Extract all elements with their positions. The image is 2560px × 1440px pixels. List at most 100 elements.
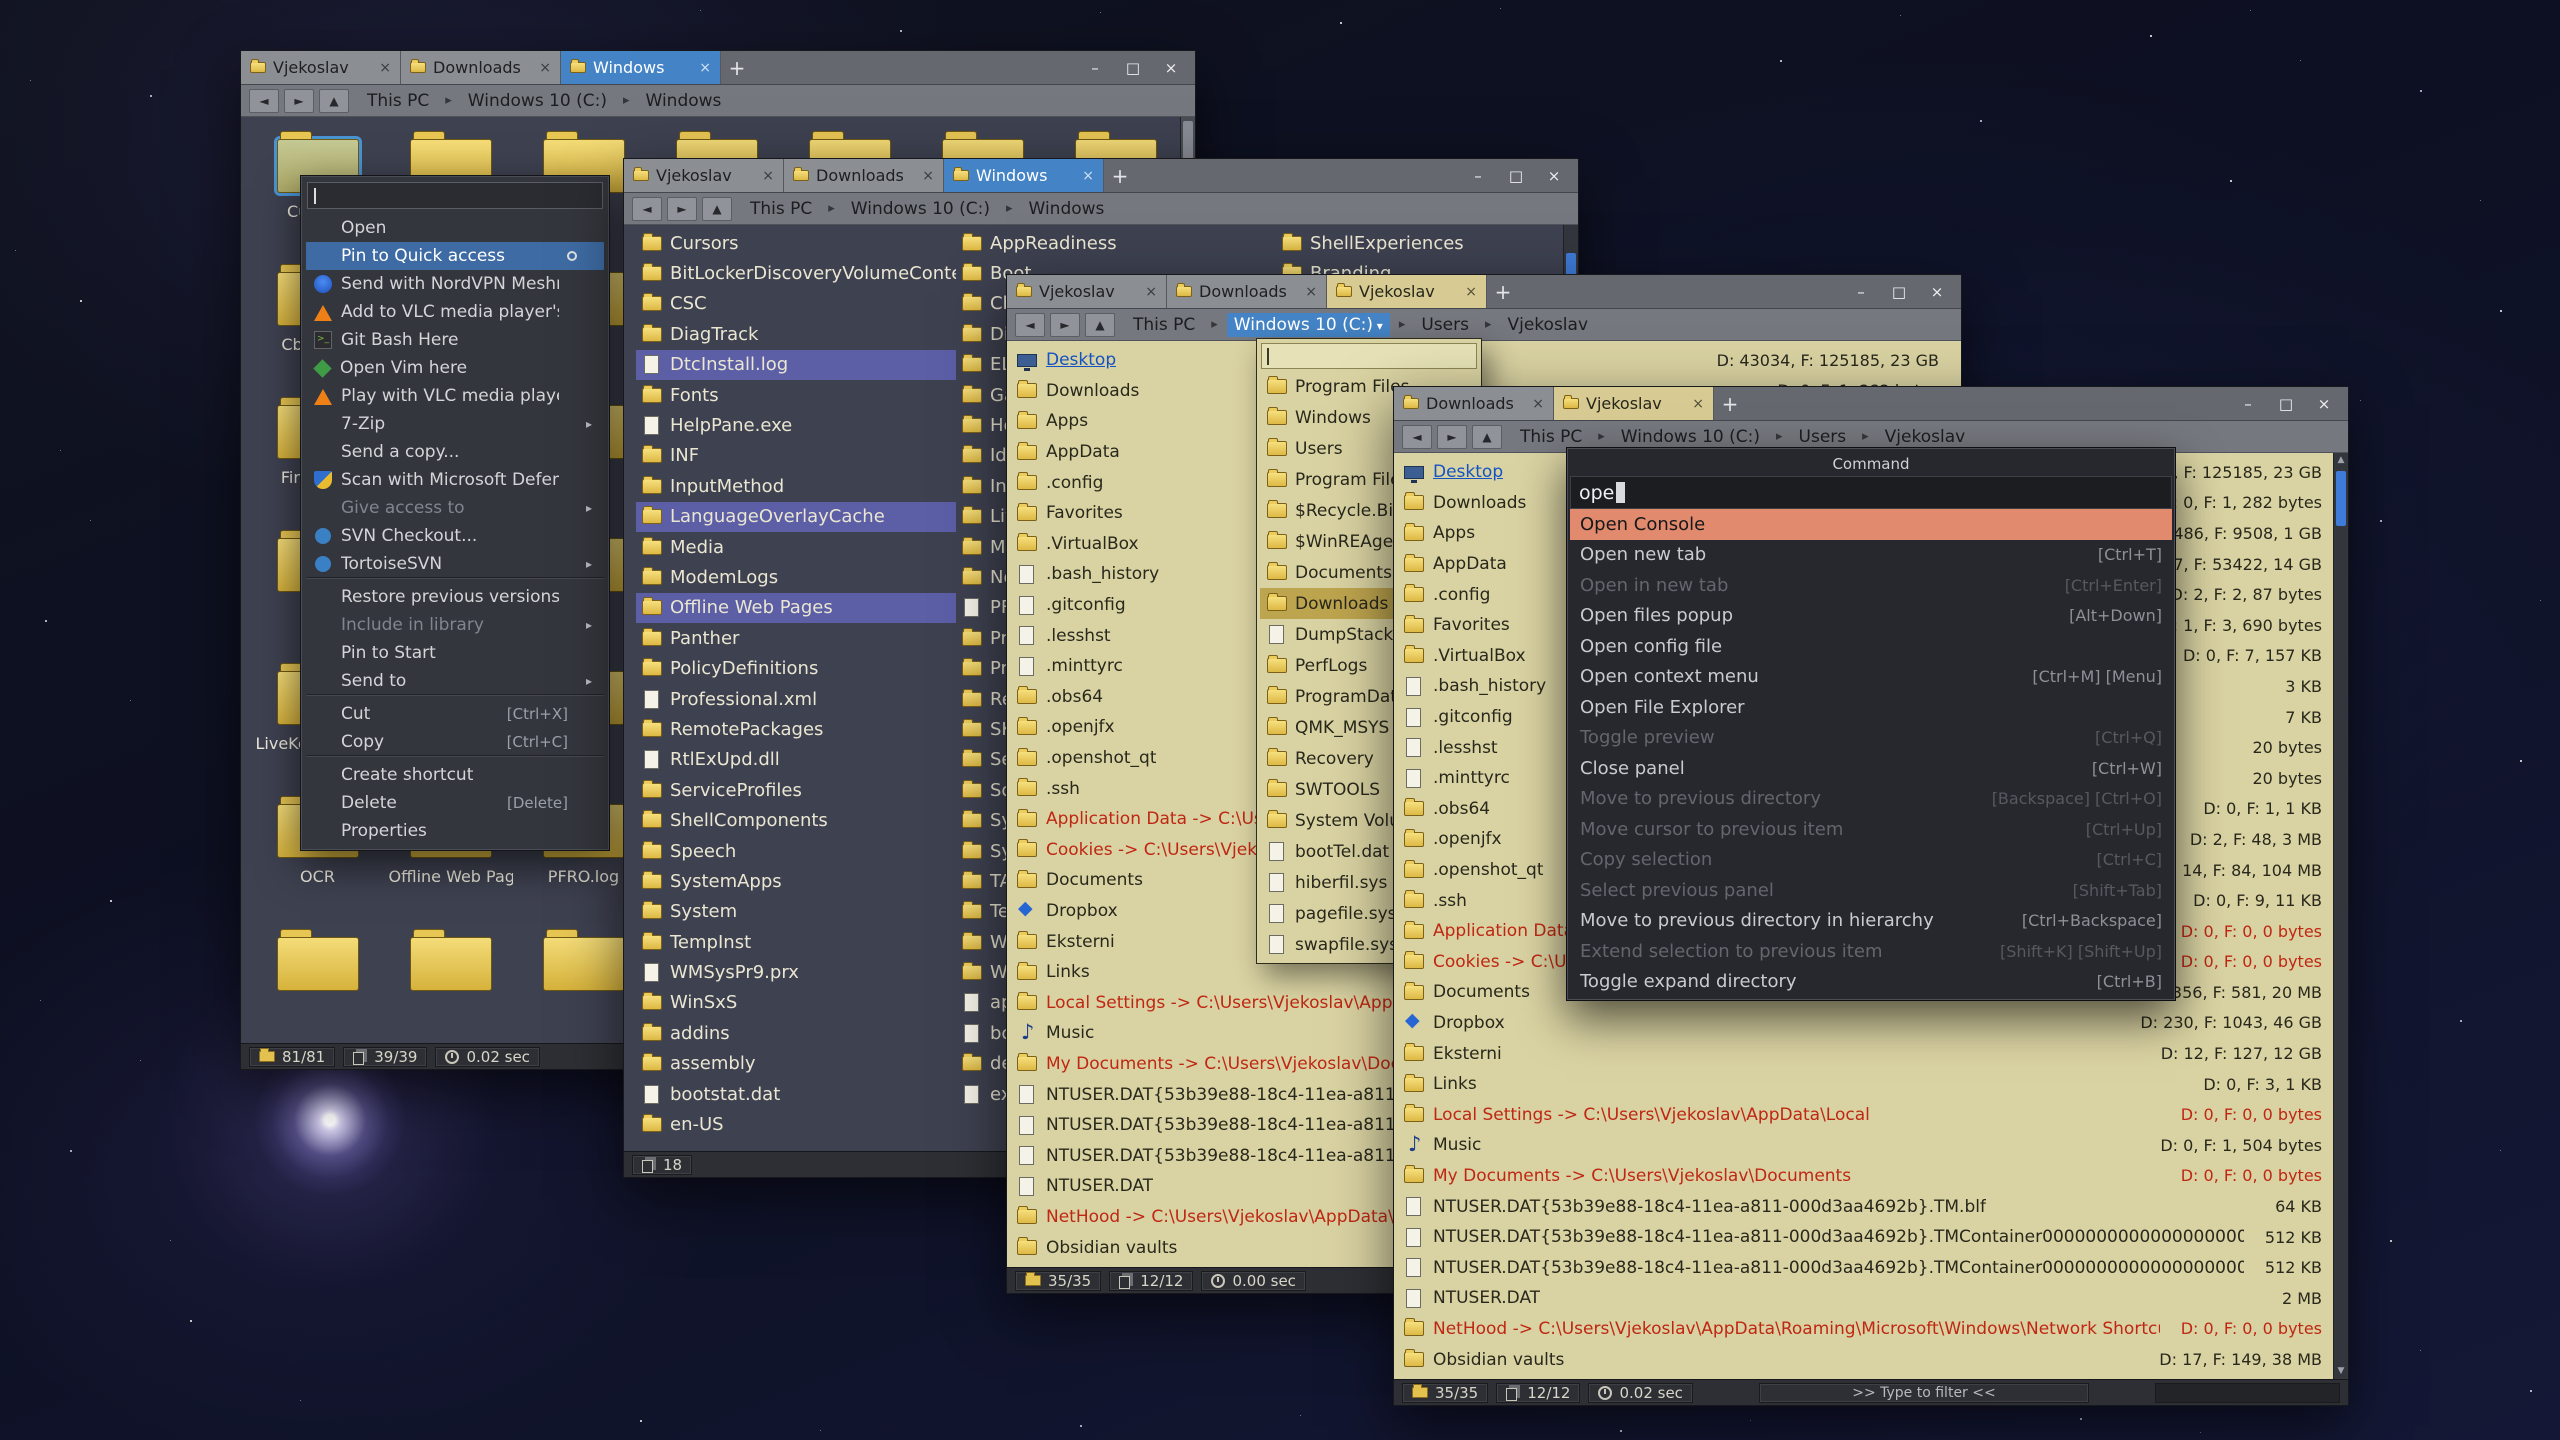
file-row[interactable]: NTUSER.DAT{53b39e88-18c4-11ea-a811-000d3… bbox=[1404, 1222, 2322, 1253]
breadcrumb-item[interactable]: Vjekoslav bbox=[1878, 425, 1973, 449]
tab-close-icon[interactable]: × bbox=[922, 168, 934, 184]
tab[interactable]: Windows × bbox=[561, 51, 721, 84]
folder-tile[interactable] bbox=[384, 921, 517, 1043]
forward-button[interactable]: ► bbox=[1050, 313, 1080, 337]
tab-close-icon[interactable]: × bbox=[699, 60, 711, 76]
context-menu-item[interactable]: Add to VLC media player's Playlist bbox=[306, 298, 604, 326]
tab[interactable]: Vjekoslav × bbox=[1007, 275, 1167, 308]
breadcrumb-item[interactable]: Windows bbox=[639, 89, 729, 113]
context-menu-item[interactable]: Properties bbox=[306, 817, 604, 845]
forward-button[interactable]: ► bbox=[284, 89, 314, 113]
close-button[interactable]: × bbox=[1919, 279, 1955, 305]
file-row[interactable]: ServiceProfiles bbox=[636, 775, 956, 805]
tab[interactable]: Downloads × bbox=[1167, 275, 1327, 308]
scroll-down-icon[interactable]: ▼ bbox=[2334, 1364, 2348, 1379]
command-input[interactable] bbox=[2155, 1383, 2340, 1403]
file-row[interactable]: Local Settings -> C:\Users\Vjekoslav\App… bbox=[1404, 1099, 2322, 1130]
context-menu-item[interactable]: SVN Checkout... bbox=[306, 522, 604, 550]
vertical-scrollbar[interactable]: ▲ ▼ bbox=[2333, 453, 2348, 1379]
file-row[interactable]: Music D: 0, F: 1, 504 bytes bbox=[1404, 1130, 2322, 1161]
back-button[interactable]: ◄ bbox=[1402, 425, 1432, 449]
file-row[interactable]: PolicyDefinitions bbox=[636, 653, 956, 683]
tab[interactable]: Vjekoslav × bbox=[1327, 275, 1487, 308]
file-row[interactable]: addins bbox=[636, 1018, 956, 1048]
folder-tile[interactable] bbox=[251, 921, 384, 1043]
context-menu-item[interactable]: Copy [Ctrl+C] bbox=[306, 728, 604, 756]
breadcrumb-item[interactable]: Windows 10 (C:) bbox=[844, 197, 997, 221]
minimize-button[interactable]: – bbox=[2230, 391, 2266, 417]
back-button[interactable]: ◄ bbox=[249, 89, 279, 113]
tab[interactable]: Vjekoslav × bbox=[241, 51, 401, 84]
maximize-button[interactable]: □ bbox=[1498, 163, 1534, 189]
file-row[interactable]: WMSysPr9.prx bbox=[636, 957, 956, 987]
file-row[interactable]: NetHood -> C:\Users\Vjekoslav\AppData\Ro… bbox=[1404, 1314, 2322, 1345]
context-menu-item[interactable]: Pin to Start bbox=[306, 639, 604, 667]
context-menu-item[interactable]: Include in library ▸ bbox=[306, 611, 604, 639]
file-row[interactable]: My Documents -> C:\Users\Vjekoslav\Docum… bbox=[1404, 1161, 2322, 1192]
tab[interactable]: Windows × bbox=[944, 159, 1104, 192]
tab[interactable]: Downloads × bbox=[1394, 387, 1554, 420]
context-menu-item[interactable]: Git Bash Here bbox=[306, 326, 604, 354]
minimize-button[interactable]: – bbox=[1843, 279, 1879, 305]
context-menu-item[interactable]: Send a copy... bbox=[306, 438, 604, 466]
tab-close-icon[interactable]: × bbox=[1692, 396, 1704, 412]
context-menu-item[interactable]: Send to ▸ bbox=[306, 667, 604, 695]
tab-close-icon[interactable]: × bbox=[379, 60, 391, 76]
scrollbar-thumb[interactable] bbox=[2336, 471, 2346, 526]
palette-item[interactable]: Toggle preview [Ctrl+Q] bbox=[1570, 723, 2172, 754]
context-menu-item[interactable]: Cut [Ctrl+X] bbox=[306, 700, 604, 728]
file-row[interactable]: RtlExUpd.dll bbox=[636, 745, 956, 775]
file-row[interactable]: Dropbox D: 230, F: 1043, 46 GB bbox=[1404, 1008, 2322, 1039]
context-menu-item[interactable]: Open bbox=[306, 214, 604, 242]
file-row[interactable]: Eksterni D: 12, F: 127, 12 GB bbox=[1404, 1038, 2322, 1069]
file-row[interactable]: DtcInstall.log bbox=[636, 350, 956, 380]
file-row[interactable]: CSC bbox=[636, 289, 956, 319]
file-row[interactable]: Media bbox=[636, 532, 956, 562]
file-row[interactable]: NTUSER.DAT{53b39e88-18c4-11ea-a811-000d3… bbox=[1404, 1191, 2322, 1222]
context-menu-item[interactable]: Pin to Quick access bbox=[306, 242, 604, 270]
tab-close-icon[interactable]: × bbox=[1532, 396, 1544, 412]
maximize-button[interactable]: □ bbox=[2268, 391, 2304, 417]
palette-item[interactable]: Open files popup [Alt+Down] bbox=[1570, 601, 2172, 632]
context-menu-search-input[interactable] bbox=[307, 182, 603, 209]
titlebar[interactable]: Vjekoslav × Downloads × Windows × + – □ bbox=[624, 159, 1578, 193]
filter-input[interactable]: >> Type to filter << bbox=[1759, 1383, 2089, 1403]
file-row[interactable]: assembly bbox=[636, 1049, 956, 1079]
palette-item[interactable]: Open File Explorer bbox=[1570, 692, 2172, 723]
up-button[interactable]: ▲ bbox=[319, 89, 349, 113]
palette-search-input[interactable]: ope bbox=[1570, 476, 2172, 509]
file-row[interactable]: Professional.xml bbox=[636, 684, 956, 714]
file-row[interactable]: INF bbox=[636, 441, 956, 471]
palette-item[interactable]: Open in new tab [Ctrl+Enter] bbox=[1570, 570, 2172, 601]
file-row[interactable]: DiagTrack bbox=[636, 319, 956, 349]
context-menu-item[interactable]: Restore previous versions bbox=[306, 583, 604, 611]
file-row[interactable]: NTUSER.DAT 2 MB bbox=[1404, 1283, 2322, 1314]
palette-item[interactable]: Extend selection to previous item [Shift… bbox=[1570, 936, 2172, 967]
file-row[interactable]: LanguageOverlayCache bbox=[636, 502, 956, 532]
minimize-button[interactable]: – bbox=[1460, 163, 1496, 189]
maximize-button[interactable]: □ bbox=[1115, 55, 1151, 81]
file-row[interactable]: Panther bbox=[636, 623, 956, 653]
palette-item[interactable]: Open config file bbox=[1570, 631, 2172, 662]
up-button[interactable]: ▲ bbox=[1472, 425, 1502, 449]
file-row[interactable]: Obsidian vaults D: 17, F: 149, 38 MB bbox=[1404, 1344, 2322, 1375]
tab[interactable]: Downloads × bbox=[784, 159, 944, 192]
forward-button[interactable]: ► bbox=[1437, 425, 1467, 449]
file-row[interactable]: AppReadiness bbox=[956, 228, 1276, 258]
breadcrumb-item[interactable]: Windows 10 (C:) bbox=[1227, 313, 1390, 337]
new-tab-button[interactable]: + bbox=[1714, 387, 1746, 420]
file-row[interactable]: Speech bbox=[636, 836, 956, 866]
tab-close-icon[interactable]: × bbox=[539, 60, 551, 76]
breadcrumb-item[interactable]: This PC bbox=[1513, 425, 1589, 449]
file-row[interactable]: SystemApps bbox=[636, 866, 956, 896]
dropdown-filter-input[interactable] bbox=[1261, 343, 1477, 369]
palette-item[interactable]: Open new tab [Ctrl+T] bbox=[1570, 540, 2172, 571]
tab[interactable]: Vjekoslav × bbox=[624, 159, 784, 192]
tab-close-icon[interactable]: × bbox=[1305, 284, 1317, 300]
context-menu-item[interactable]: Delete [Delete] bbox=[306, 789, 604, 817]
up-button[interactable]: ▲ bbox=[702, 197, 732, 221]
palette-item[interactable]: Move to previous directory [Backspace] [… bbox=[1570, 784, 2172, 815]
breadcrumb-item[interactable]: This PC bbox=[1126, 313, 1202, 337]
context-menu-item[interactable]: Give access to ▸ bbox=[306, 494, 604, 522]
breadcrumb-item[interactable]: Users bbox=[1792, 425, 1854, 449]
